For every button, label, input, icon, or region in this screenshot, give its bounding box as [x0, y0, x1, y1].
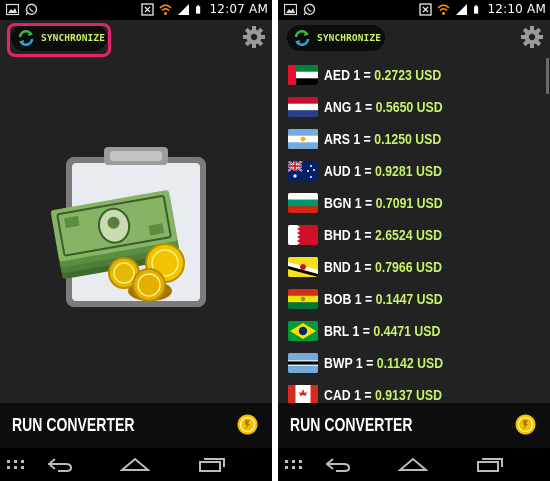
- currency-code: AUD: [324, 162, 351, 180]
- currency-row-ang[interactable]: ANG 1 = 0.5650 USD: [288, 95, 469, 119]
- home-icon[interactable]: [120, 457, 150, 471]
- currency-equals: 1 =: [352, 322, 370, 340]
- currency-code: BOB: [324, 290, 352, 308]
- currency-value: 0.7091 USD: [375, 194, 443, 212]
- currency-list-screen: 12:10 AM SYNCHRONIZE AED 1 = 0.2723 USD …: [278, 0, 550, 481]
- run-converter-label: RUN CONVERTER: [290, 415, 413, 435]
- botswana-flag-icon: [288, 353, 318, 373]
- gear-icon[interactable]: [520, 25, 544, 49]
- money-clipboard-illustration: [50, 147, 206, 307]
- recent-apps-icon[interactable]: [476, 457, 504, 473]
- back-icon[interactable]: [324, 457, 352, 473]
- sync-icon: [294, 30, 310, 46]
- currency-row-bgn[interactable]: BGN 1 = 0.7091 USD: [288, 191, 469, 215]
- bahrain-flag-icon: [288, 225, 318, 245]
- whatsapp-icon: [25, 3, 38, 16]
- currency-row-bwp[interactable]: BWP 1 = 0.1142 USD: [288, 351, 469, 375]
- status-time: 12:07 AM: [209, 2, 268, 16]
- currency-equals: 1 =: [353, 66, 371, 84]
- currency-value: 0.4471 USD: [373, 322, 441, 340]
- synchronize-highlight: [7, 23, 111, 57]
- status-bar: 12:10 AM: [278, 0, 550, 20]
- australia-flag-icon: [288, 161, 318, 181]
- brunei-flag-icon: [288, 257, 318, 277]
- currency-code: BND: [324, 258, 351, 276]
- currency-value: 0.9281 USD: [374, 162, 442, 180]
- home-icon[interactable]: [398, 457, 428, 471]
- currency-code: ANG: [324, 98, 352, 116]
- synchronize-label: SYNCHRONIZE: [317, 32, 382, 44]
- currency-list[interactable]: AED 1 = 0.2723 USD ANG 1 = 0.5650 USD AR…: [278, 58, 550, 403]
- currency-code: BGN: [324, 194, 352, 212]
- currency-row-brl[interactable]: BRL 1 = 0.4471 USD: [288, 319, 466, 343]
- status-time: 12:10 AM: [487, 2, 546, 16]
- currency-equals: 1 =: [354, 290, 373, 308]
- coin-icon[interactable]: [237, 414, 258, 435]
- currency-equals: 1 =: [354, 98, 373, 116]
- currency-equals: 1 =: [354, 226, 372, 244]
- bulgaria-flag-icon: [288, 193, 318, 213]
- currency-value: 0.2723 USD: [374, 66, 442, 84]
- currency-code: BHD: [324, 226, 351, 244]
- mute-icon: [419, 2, 433, 16]
- currency-row-bob[interactable]: BOB 1 = 0.1447 USD: [288, 287, 469, 311]
- currency-row-ars[interactable]: ARS 1 = 0.1250 USD: [288, 127, 467, 151]
- signal-icon: [178, 3, 190, 15]
- brazil-flag-icon: [288, 321, 318, 341]
- menu-grid-icon[interactable]: [6, 457, 26, 471]
- currency-row-aud[interactable]: AUD 1 = 0.9281 USD: [288, 159, 468, 183]
- gear-icon[interactable]: [242, 25, 266, 49]
- currency-code: CAD: [324, 386, 351, 404]
- currency-value: 0.1142 USD: [376, 354, 444, 372]
- run-converter-bar[interactable]: RUN CONVERTER: [0, 403, 272, 448]
- currency-equals: 1 =: [354, 194, 373, 212]
- currency-row-cad[interactable]: CAD 1 = 0.9137 USD: [288, 383, 468, 403]
- currency-row-bnd[interactable]: BND 1 = 0.7966 USD: [288, 255, 468, 279]
- currency-code: ARS: [324, 130, 350, 148]
- top-bar: SYNCHRONIZE: [278, 20, 550, 60]
- currency-code: BWP: [324, 354, 353, 372]
- mute-icon: [141, 2, 155, 16]
- recent-apps-icon[interactable]: [198, 457, 226, 473]
- currency-code: AED: [324, 66, 350, 84]
- list-scrollbar[interactable]: [546, 58, 549, 94]
- currency-value: 0.5650 USD: [375, 98, 443, 116]
- wifi-icon: [159, 3, 173, 15]
- image-notification-icon: [284, 3, 297, 16]
- back-icon[interactable]: [46, 457, 74, 473]
- argentina-flag-icon: [288, 129, 318, 149]
- run-converter-bar[interactable]: RUN CONVERTER: [278, 403, 550, 448]
- navigation-bar: [0, 448, 272, 481]
- currency-equals: 1 =: [354, 386, 372, 404]
- currency-equals: 1 =: [355, 354, 374, 372]
- status-bar: 12:07 AM: [0, 0, 272, 20]
- currency-equals: 1 =: [354, 162, 372, 180]
- navigation-bar: [278, 448, 550, 481]
- synchronize-button[interactable]: SYNCHRONIZE: [287, 25, 385, 51]
- currency-value: 0.1447 USD: [375, 290, 443, 308]
- battery-icon: [196, 4, 201, 14]
- canada-flag-icon: [288, 385, 318, 403]
- netherlands-antilles-flag-icon: [288, 97, 318, 117]
- currency-value: 0.7966 USD: [374, 258, 442, 276]
- uae-flag-icon: [288, 65, 318, 85]
- bolivia-flag-icon: [288, 289, 318, 309]
- run-converter-label: RUN CONVERTER: [12, 415, 135, 435]
- home-screen: 12:07 AM SYNCHRONIZE RUN CONVERTER: [0, 0, 272, 481]
- currency-equals: 1 =: [353, 130, 371, 148]
- signal-icon: [456, 3, 468, 15]
- currency-equals: 1 =: [354, 258, 372, 276]
- image-notification-icon: [6, 3, 19, 16]
- menu-grid-icon[interactable]: [284, 457, 304, 471]
- whatsapp-icon: [303, 3, 316, 16]
- battery-icon: [474, 4, 479, 14]
- wifi-icon: [437, 3, 451, 15]
- currency-value: 2.6524 USD: [374, 226, 442, 244]
- currency-value: 0.9137 USD: [374, 386, 442, 404]
- currency-code: BRL: [324, 322, 350, 340]
- currency-row-bhd[interactable]: BHD 1 = 2.6524 USD: [288, 223, 468, 247]
- currency-value: 0.1250 USD: [374, 130, 442, 148]
- coin-icon[interactable]: [515, 414, 536, 435]
- currency-row-aed[interactable]: AED 1 = 0.2723 USD: [288, 63, 467, 87]
